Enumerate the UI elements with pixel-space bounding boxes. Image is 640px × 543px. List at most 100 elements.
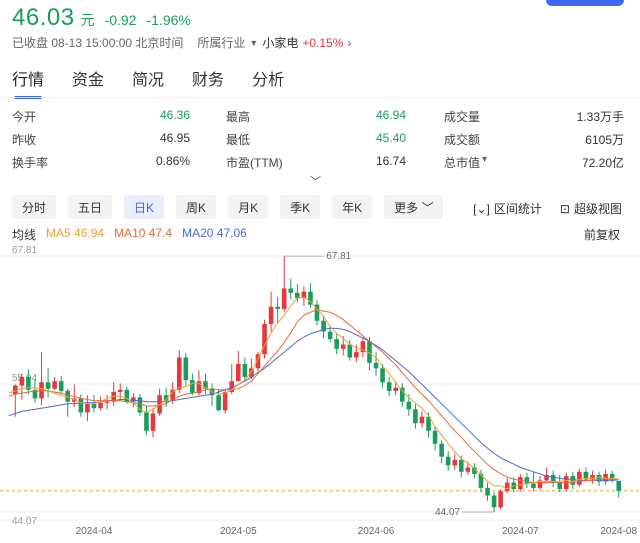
stat-value: 46.36	[159, 108, 190, 122]
period-button[interactable]: 周K	[176, 195, 217, 219]
period-button[interactable]: 年K	[332, 195, 373, 219]
candle-body	[498, 491, 503, 508]
period-button[interactable]: 更多 ﹀	[384, 195, 444, 219]
candle-body	[242, 363, 248, 377]
candle-body	[183, 357, 189, 381]
caret-down-icon[interactable]: ▾	[482, 154, 487, 165]
candle-body	[190, 380, 195, 394]
stats-row: 昨收 46.95 最低 45.40 成交额 6105万	[12, 129, 624, 152]
y-axis-label: 44.07	[12, 516, 37, 527]
tab-quote[interactable]: 行情	[12, 66, 44, 99]
stat-value: 46.94	[375, 108, 406, 122]
candle-body	[19, 376, 25, 386]
tab-finance[interactable]: 财务	[192, 66, 224, 90]
period-button[interactable]: 月K	[228, 195, 269, 219]
chevron-right-icon: ›	[347, 35, 352, 50]
candle-body	[557, 482, 562, 490]
y-axis-label: 67.81	[12, 246, 37, 256]
candle-body	[432, 430, 438, 444]
stats-grid: 今开 46.36 最高 46.94 成交量 1.33万手 昨收 46.95 最低 45.40 成交额…	[12, 106, 624, 175]
x-axis-label: 2024-06	[358, 526, 395, 537]
candle-body	[524, 477, 530, 484]
candle-body	[98, 402, 103, 409]
candle-body	[373, 362, 379, 369]
candle-body	[58, 381, 64, 391]
top-action-button[interactable]	[546, 0, 624, 6]
stat-label: 换手率	[12, 156, 49, 170]
stats-row: 今开 46.36 最高 46.94 成交量 1.33万手	[12, 106, 624, 129]
super-view-label: 超级视图	[573, 202, 622, 216]
candle-body	[334, 339, 339, 349]
tabs-divider	[0, 97, 640, 98]
stat-label: 今开	[12, 110, 37, 124]
x-axis-label: 2024-04	[76, 526, 113, 537]
period-button[interactable]: 五日	[68, 195, 113, 219]
period-button[interactable]: 分时	[12, 195, 57, 219]
candle-body	[452, 459, 458, 466]
tab-funds[interactable]: 资金	[72, 66, 104, 90]
y-axis-label: 55.94	[12, 373, 37, 384]
ma5-line	[8, 296, 619, 490]
candle-body	[295, 292, 300, 299]
ma-legend: 均线 MA5 46.94 MA10 47.4 MA20 47.06 前复权	[12, 226, 624, 243]
candle-body	[150, 413, 156, 431]
candle-body	[144, 412, 149, 431]
super-view-button[interactable]: ⊡ 超级视图	[560, 200, 622, 217]
candle-body	[104, 401, 110, 403]
industry-link[interactable]: 所属行业 ▼ 小家电 +0.15% ›	[197, 34, 351, 51]
stat-label: 最高	[226, 110, 251, 124]
tab-profile[interactable]: 简况	[132, 66, 164, 90]
candle-body	[616, 480, 622, 491]
stat-value: 46.95	[159, 131, 190, 145]
view-icon: ⊡	[559, 201, 570, 216]
candle-body	[176, 357, 182, 390]
price-change-percent: -1.96%	[146, 12, 191, 28]
candle-body	[459, 459, 464, 472]
stat-label: 成交额	[444, 133, 481, 147]
chevron-down-icon[interactable]: ﹀	[310, 173, 321, 189]
candle-body	[518, 477, 523, 490]
legend-title: 均线	[12, 228, 37, 242]
candle-body	[386, 382, 392, 391]
interval-stats-button[interactable]: [⌄] 区间统计	[473, 200, 542, 217]
candle-body	[485, 487, 490, 496]
candle-body	[12, 385, 18, 395]
candle-body	[577, 471, 582, 485]
candle-body	[445, 456, 451, 466]
stat-value: 16.74	[375, 154, 406, 168]
price-change: -0.92	[104, 12, 137, 28]
period-button[interactable]: 季K	[280, 195, 321, 219]
stat-label: 成交量	[444, 110, 481, 124]
candle-body	[85, 403, 90, 413]
candle-body	[52, 381, 57, 389]
candle-body	[393, 387, 399, 391]
adjust-mode-button[interactable]: 前复权	[584, 226, 620, 243]
candle-body	[347, 344, 353, 358]
stat-value: 72.20亿	[581, 156, 624, 170]
candle-body	[275, 306, 280, 309]
candle-body	[491, 495, 497, 508]
candlestick-chart[interactable]: 67.81 55.94 44.07 2024-04 2024-05 2024-06 2024…	[0, 246, 640, 543]
stat-value: 45.40	[375, 131, 406, 145]
min-price-label: 44.07	[435, 507, 460, 518]
candle-body	[531, 483, 536, 488]
candle-body	[117, 389, 123, 392]
candle-body	[281, 288, 287, 309]
tab-analysis[interactable]: 分析	[252, 66, 284, 90]
stat-label: 市盈(TTM)	[226, 156, 283, 170]
chart-tools: [⌄] 区间统计 ⊡ 超级视图	[473, 200, 622, 217]
candle-body	[419, 416, 425, 424]
period-button[interactable]: 日K	[124, 195, 165, 219]
candle-body	[465, 467, 471, 472]
candle-body	[570, 476, 576, 485]
caret-down-icon: ▼	[249, 37, 259, 48]
stat-label: 昨收	[12, 133, 37, 147]
candle-body	[45, 382, 51, 389]
candle-body	[340, 344, 346, 349]
candle-body	[268, 306, 274, 325]
interval-stats-label: 区间统计	[493, 202, 542, 216]
x-axis-label: 2024-07	[502, 526, 539, 537]
industry-name: 小家电	[262, 36, 299, 50]
industry-label: 所属行业	[197, 36, 246, 50]
candle-body	[288, 288, 294, 293]
